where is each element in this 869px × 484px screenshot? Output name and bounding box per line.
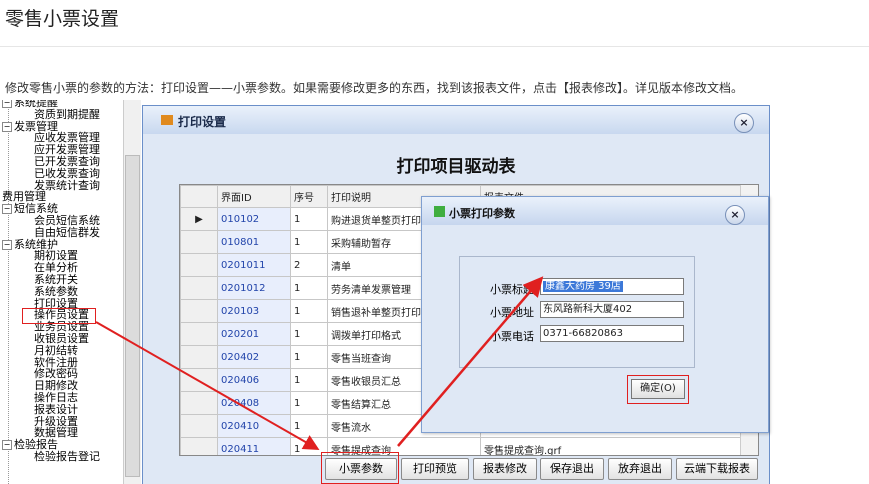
arrow-to-dialog: [397, 276, 544, 447]
article-title: 零售小票设置: [5, 8, 120, 30]
title-divider: [0, 46, 869, 47]
arrow-to-ticket-params: [95, 321, 320, 450]
embedded-screenshot: − 系统提醒 资质到期提醒 − 发票管理 应收发票管理 应开发票管理 已开发票查询 已收发票查询…: [0, 100, 869, 484]
annotation-arrows: [95, 276, 544, 450]
article-description: 修改零售小票的参数的方法：打印设置——小票参数。如果需要修改更多的东西，找到该报…: [5, 81, 744, 95]
